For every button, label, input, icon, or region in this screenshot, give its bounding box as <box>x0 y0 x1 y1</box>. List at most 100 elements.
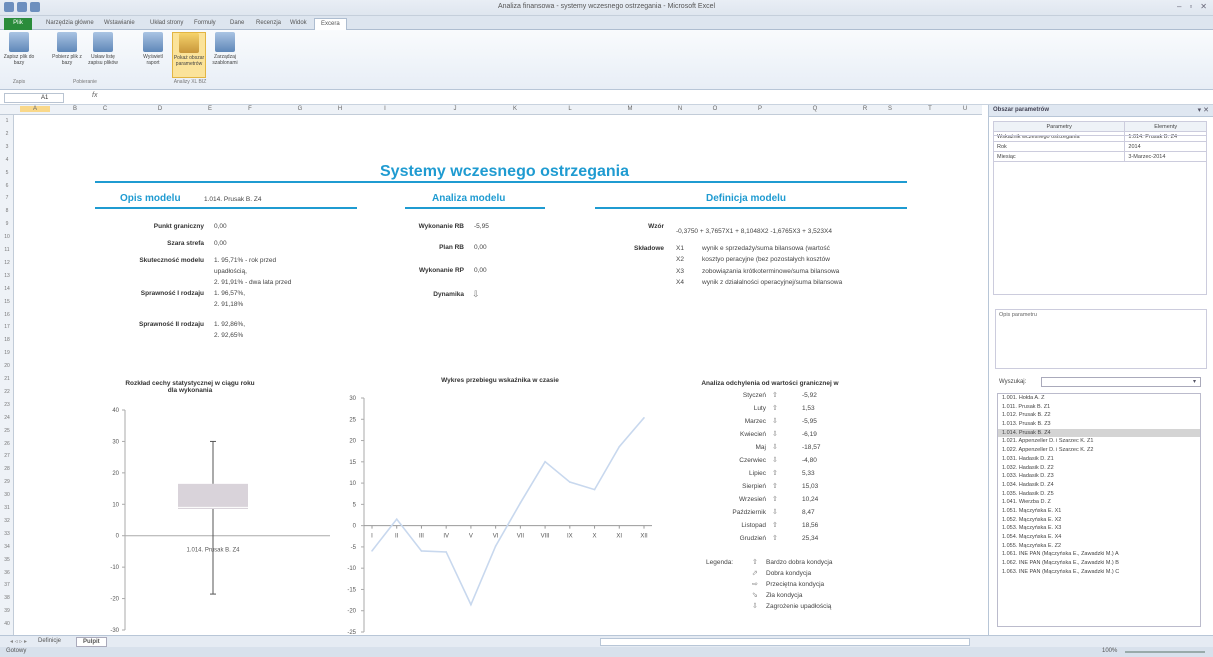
sheet-nav-arrows[interactable]: ◂ ◃ ▹ ▸ <box>4 637 33 647</box>
row-header[interactable]: 31 <box>0 505 14 511</box>
column-header[interactable]: L <box>555 106 585 112</box>
pane-close-icon[interactable]: ▾ ✕ <box>1198 106 1209 114</box>
row-header[interactable]: 25 <box>0 428 14 434</box>
row-header[interactable]: 8 <box>0 208 14 214</box>
column-header[interactable]: E <box>190 106 230 112</box>
list-item[interactable]: 1.051. Mączyńska E. X1 <box>998 507 1200 516</box>
file-list-button[interactable]: Usław listę zapisu plików <box>86 32 120 78</box>
row-header[interactable]: 13 <box>0 273 14 279</box>
list-item[interactable]: 1.062. INE PAN (Mączyńska E., Zawadzki M… <box>998 559 1200 568</box>
column-header[interactable]: I <box>370 106 400 112</box>
window-controls[interactable]: – ▫ ✕ <box>1177 2 1207 11</box>
column-header[interactable]: T <box>915 106 945 112</box>
row-header[interactable]: 39 <box>0 608 14 614</box>
list-item[interactable]: 1.055. Mączyńska E. Z2 <box>998 542 1200 551</box>
row-header[interactable]: 26 <box>0 441 14 447</box>
column-header[interactable]: Q <box>800 106 830 112</box>
row-header[interactable]: 5 <box>0 170 14 176</box>
row-header[interactable]: 36 <box>0 570 14 576</box>
tab-home[interactable]: Narzędzia główne <box>40 18 100 30</box>
row-header[interactable]: 40 <box>0 621 14 627</box>
row-header[interactable]: 2 <box>0 131 14 137</box>
column-header[interactable]: J <box>440 106 470 112</box>
row-header[interactable]: 19 <box>0 350 14 356</box>
column-header[interactable]: A <box>20 106 50 112</box>
list-item[interactable]: 1.001. Hołda A. Z <box>998 394 1200 403</box>
show-params-button[interactable]: Pokaż obszar parametrów <box>172 32 206 78</box>
column-header[interactable]: U <box>950 106 980 112</box>
tab-insert[interactable]: Wstawianie <box>98 18 141 30</box>
row-header[interactable]: 10 <box>0 234 14 240</box>
tab-view[interactable]: Widok <box>284 18 313 30</box>
column-header[interactable]: M <box>615 106 645 112</box>
manage-templates-button[interactable]: Zarządzaj szablonami <box>208 32 242 78</box>
row-header[interactable]: 29 <box>0 479 14 485</box>
row-header[interactable]: 35 <box>0 557 14 563</box>
list-item[interactable]: 1.041. Wierzba D. Z <box>998 498 1200 507</box>
row-header[interactable]: 7 <box>0 195 14 201</box>
tab-formulas[interactable]: Formuły <box>188 18 222 30</box>
sheet-tab-definicje[interactable]: Definicje <box>32 637 67 647</box>
column-header[interactable]: H <box>325 106 355 112</box>
row-header[interactable]: 22 <box>0 389 14 395</box>
row-header[interactable]: 1 <box>0 118 14 124</box>
column-header[interactable]: N <box>665 106 695 112</box>
column-header[interactable]: S <box>875 106 905 112</box>
row-header[interactable]: 34 <box>0 544 14 550</box>
column-header[interactable]: O <box>700 106 730 112</box>
list-item[interactable]: 1.061. INE PAN (Mączyńska E., Zawadzki M… <box>998 550 1200 559</box>
list-item[interactable]: 1.032. Hadasik D. Z2 <box>998 464 1200 473</box>
list-item[interactable]: 1.063. INE PAN (Mączyńska E., Zawadzki M… <box>998 568 1200 577</box>
column-header[interactable]: D <box>140 106 180 112</box>
row-header[interactable]: 30 <box>0 492 14 498</box>
list-item[interactable]: 1.022. Appenzeller D. i Szarzec K. Z2 <box>998 446 1200 455</box>
list-item[interactable]: 1.052. Mączyńska E. X2 <box>998 516 1200 525</box>
fx-icon[interactable]: fx <box>92 92 97 99</box>
row-header[interactable]: 15 <box>0 299 14 305</box>
row-header[interactable]: 21 <box>0 376 14 382</box>
sheet-tab-pulpit[interactable]: Pulpit <box>76 637 107 647</box>
list-item[interactable]: 1.054. Mączyńska E. X4 <box>998 533 1200 542</box>
restore-icon[interactable]: ▫ <box>1189 2 1192 11</box>
list-item[interactable]: 1.031. Hadasik D. Z1 <box>998 455 1200 464</box>
column-header[interactable]: C <box>90 106 120 112</box>
row-header[interactable]: 4 <box>0 157 14 163</box>
list-item[interactable]: 1.033. Hadasik D. Z3 <box>998 472 1200 481</box>
list-item[interactable]: 1.053. Mączyńska E. X3 <box>998 524 1200 533</box>
row-header[interactable]: 28 <box>0 466 14 472</box>
row-header[interactable]: 11 <box>0 247 14 253</box>
tab-page-layout[interactable]: Układ strony <box>144 18 189 30</box>
row-header[interactable]: 9 <box>0 221 14 227</box>
row-header[interactable]: 6 <box>0 183 14 189</box>
list-item[interactable]: 1.013. Prusak B. Z3 <box>998 420 1200 429</box>
name-box[interactable]: A1 <box>4 93 64 103</box>
list-item[interactable]: 1.034. Hadasik D. Z4 <box>998 481 1200 490</box>
column-header[interactable]: G <box>285 106 315 112</box>
row-header[interactable]: 32 <box>0 518 14 524</box>
search-input[interactable] <box>1041 377 1201 387</box>
row-header[interactable]: 23 <box>0 402 14 408</box>
row-header[interactable]: 12 <box>0 260 14 266</box>
list-item[interactable]: 1.011. Prusak B. Z1 <box>998 403 1200 412</box>
close-icon[interactable]: ✕ <box>1200 2 1207 11</box>
row-header[interactable]: 38 <box>0 595 14 601</box>
row-header[interactable]: 18 <box>0 337 14 343</box>
row-header[interactable]: 33 <box>0 531 14 537</box>
row-header[interactable]: 17 <box>0 324 14 330</box>
tab-data[interactable]: Dane <box>224 18 250 30</box>
list-item[interactable]: 1.035. Hadasik D. Z5 <box>998 490 1200 499</box>
row-header[interactable]: 14 <box>0 286 14 292</box>
list-item[interactable]: 1.012. Prusak B. Z2 <box>998 411 1200 420</box>
row-header[interactable]: 20 <box>0 363 14 369</box>
save-to-db-button[interactable]: Zapisz plik do bazy <box>2 32 36 78</box>
load-from-db-button[interactable]: Pobierz plik z bazy <box>50 32 84 78</box>
show-report-button[interactable]: Wyświetl raport <box>136 32 170 78</box>
column-header[interactable]: P <box>745 106 775 112</box>
minimize-icon[interactable]: – <box>1177 2 1181 11</box>
tab-file[interactable]: Plik <box>4 18 32 30</box>
row-header[interactable]: 16 <box>0 312 14 318</box>
column-header[interactable]: B <box>60 106 90 112</box>
row-header[interactable]: 24 <box>0 415 14 421</box>
row-header[interactable]: 27 <box>0 453 14 459</box>
tab-review[interactable]: Recenzja <box>250 18 287 30</box>
